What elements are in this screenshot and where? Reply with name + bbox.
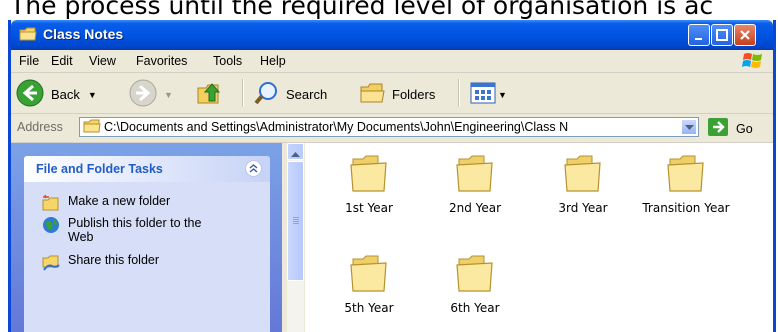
address-folder-icon xyxy=(83,119,101,137)
publish-web-icon xyxy=(42,216,60,234)
scroll-up-button[interactable] xyxy=(287,143,304,160)
maximize-icon xyxy=(716,26,728,45)
folder-icon xyxy=(425,255,525,293)
folder-icon xyxy=(319,255,419,293)
go-arrow-icon xyxy=(708,118,728,139)
chevron-down-icon xyxy=(684,120,694,134)
folder-item[interactable]: 5th Year xyxy=(319,255,419,316)
menu-file[interactable]: File xyxy=(19,54,39,68)
menu-edit[interactable]: Edit xyxy=(51,54,73,68)
folders-button[interactable]: Folders xyxy=(358,79,435,110)
folder-item[interactable]: 2nd Year xyxy=(425,155,525,216)
back-label: Back xyxy=(51,87,80,102)
minimize-button[interactable] xyxy=(688,24,710,46)
views-button[interactable]: ▼ xyxy=(470,82,507,107)
vertical-scrollbar[interactable] xyxy=(287,143,304,332)
task-publish-folder[interactable]: Publish this folder to the Web xyxy=(42,216,212,244)
folder-name: 1st Year xyxy=(345,201,393,215)
go-button[interactable]: Go xyxy=(708,118,753,139)
folder-item[interactable]: 1st Year xyxy=(319,155,419,216)
close-icon xyxy=(739,26,751,45)
menu-favorites[interactable]: Favorites xyxy=(136,54,187,68)
maximize-button[interactable] xyxy=(711,24,733,46)
chevron-up-icon xyxy=(291,142,300,161)
search-icon xyxy=(253,79,281,110)
close-button[interactable] xyxy=(734,24,756,46)
forward-button[interactable]: ▼ xyxy=(128,78,173,111)
folder-view: 1st Year 2nd Year 3rd Year Transition Ye… xyxy=(305,143,773,332)
task-share-folder[interactable]: Share this folder xyxy=(42,253,159,271)
address-bar: Address C:\Documents and Settings\Admini… xyxy=(11,114,773,143)
folders-label: Folders xyxy=(392,87,436,102)
task-panel-title: File and Folder Tasks xyxy=(36,162,163,176)
menu-tools[interactable]: Tools xyxy=(213,54,242,68)
toolbar: Back ▼ ▼ Search Folders ▼ xyxy=(11,73,773,114)
address-path: C:\Documents and Settings\Administrator\… xyxy=(104,120,569,134)
task-pane: File and Folder Tasks Make a new folder … xyxy=(11,143,282,332)
folder-item[interactable]: Transition Year xyxy=(637,155,735,216)
menu-view[interactable]: View xyxy=(89,54,116,68)
up-folder-button[interactable] xyxy=(196,79,224,110)
share-folder-icon xyxy=(42,253,60,271)
folder-name: 5th Year xyxy=(344,301,394,315)
search-button[interactable]: Search xyxy=(253,79,327,110)
views-grid-icon xyxy=(470,82,496,107)
explorer-window: Class Notes File Edit View Favorites Too… xyxy=(8,20,776,332)
address-label: Address xyxy=(17,120,63,134)
folder-name: 6th Year xyxy=(450,301,500,315)
window-title: Class Notes xyxy=(43,26,124,42)
address-input[interactable]: C:\Documents and Settings\Administrator\… xyxy=(79,117,699,137)
file-folder-tasks-panel: File and Folder Tasks Make a new folder … xyxy=(24,156,270,332)
folder-icon xyxy=(637,155,735,193)
go-label: Go xyxy=(736,121,753,136)
folder-name: 3rd Year xyxy=(558,201,608,215)
up-folder-icon xyxy=(196,79,224,110)
windows-logo-icon xyxy=(741,51,765,74)
scroll-thumb[interactable] xyxy=(287,161,304,281)
minimize-icon xyxy=(694,26,704,45)
title-bar[interactable]: Class Notes xyxy=(11,20,773,50)
back-arrow-icon xyxy=(15,78,45,111)
collapse-chevron-icon[interactable] xyxy=(245,160,262,177)
folders-icon xyxy=(358,79,386,110)
task-panel-header[interactable]: File and Folder Tasks xyxy=(24,156,270,182)
menu-bar: File Edit View Favorites Tools Help xyxy=(11,50,773,73)
forward-dropdown-icon[interactable]: ▼ xyxy=(164,90,173,100)
back-button[interactable]: Back ▼ xyxy=(15,78,97,111)
forward-arrow-icon xyxy=(128,78,158,111)
task-make-new-folder[interactable]: Make a new folder xyxy=(42,194,170,212)
caption-text: The process until the required level of … xyxy=(10,0,714,20)
address-dropdown-button[interactable] xyxy=(681,119,697,135)
back-dropdown-icon[interactable]: ▼ xyxy=(88,90,97,100)
task-label: Share this folder xyxy=(68,253,160,267)
menu-help[interactable]: Help xyxy=(260,54,286,68)
task-label: Publish this folder to the Web xyxy=(68,216,202,244)
folder-item[interactable]: 6th Year xyxy=(425,255,525,316)
folder-icon xyxy=(533,155,633,193)
views-dropdown-icon[interactable]: ▼ xyxy=(498,90,507,100)
folder-icon xyxy=(319,155,419,193)
folder-name: Transition Year xyxy=(642,201,730,215)
task-label: Make a new folder xyxy=(68,194,171,208)
search-label: Search xyxy=(286,87,328,102)
folder-icon xyxy=(425,155,525,193)
new-folder-icon xyxy=(42,194,60,212)
folder-icon xyxy=(19,27,37,46)
folder-name: 2nd Year xyxy=(448,201,502,215)
folder-item[interactable]: 3rd Year xyxy=(533,155,633,216)
